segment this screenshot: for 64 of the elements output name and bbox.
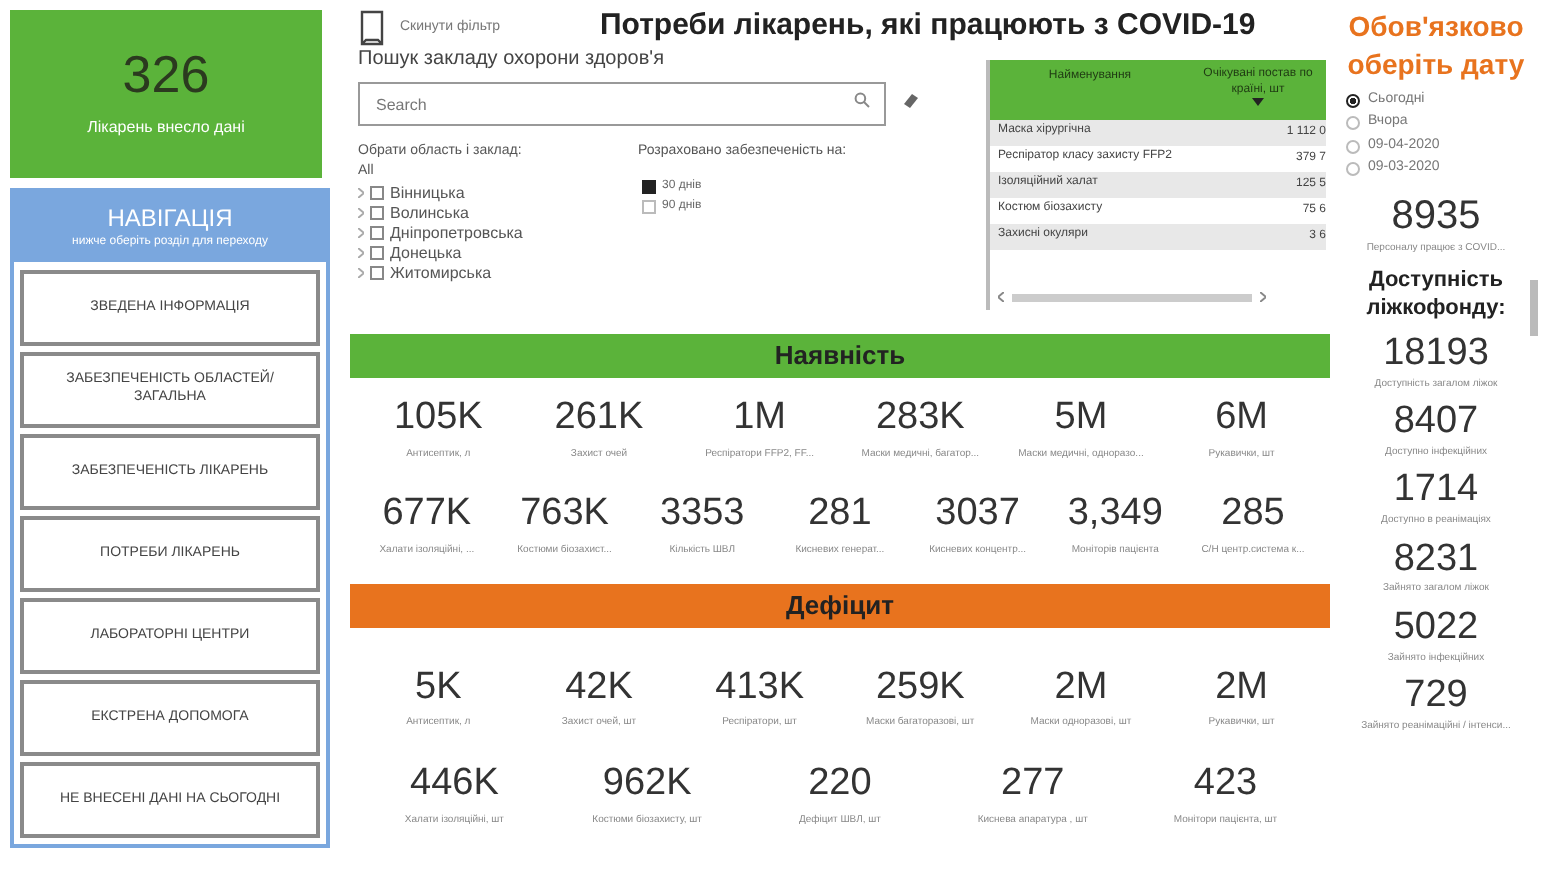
stat-value: 413K	[715, 663, 804, 711]
checkbox[interactable]	[370, 206, 384, 220]
bookmark-icon[interactable]	[360, 10, 384, 46]
checkbox[interactable]	[370, 226, 384, 240]
stat-value: 42K	[565, 663, 633, 711]
navigation-title: НАВІГАЦІЯ	[107, 203, 233, 233]
checkbox[interactable]	[370, 266, 384, 280]
stat-value: 2M	[1215, 663, 1268, 711]
stat-value: 423	[1193, 759, 1258, 807]
region-name[interactable]: Вінницька	[390, 185, 465, 201]
stat-value: 3353	[659, 490, 745, 538]
hospitals-label: Лікарень внесло дані	[87, 116, 245, 140]
beds-title: Доступність ліжкофонду:	[1364, 268, 1508, 324]
date-picker-title: Обов'язково оберіть дату	[1345, 8, 1527, 84]
stat-value: 729	[1404, 672, 1468, 720]
stat-value: 5022	[1393, 603, 1479, 652]
search-field[interactable]: Search	[358, 82, 886, 126]
stat-value: 281	[808, 490, 872, 538]
stat-value: 1M	[733, 394, 787, 442]
stat-value: 763K	[520, 490, 609, 538]
search-icon	[854, 91, 870, 107]
stat-value: 5M	[1054, 394, 1108, 442]
stat-value: 2M	[1054, 663, 1108, 711]
page-title: Потреби лікарень, які працюють з COVID-19	[600, 8, 1256, 44]
stat-value: 8231	[1393, 535, 1479, 582]
checkbox[interactable]	[370, 186, 384, 200]
stat-value: 18193	[1383, 329, 1489, 378]
region-name[interactable]: Житомирська	[390, 265, 492, 281]
option-box[interactable]	[642, 200, 656, 214]
horizontal-scrollbar[interactable]	[1012, 293, 1252, 301]
stat-value: 1714	[1393, 466, 1479, 514]
stat-value: 677K	[382, 490, 472, 538]
stat-value: 259K	[875, 663, 965, 711]
radio-button[interactable]	[1346, 139, 1360, 154]
stat-value: 3,349	[1067, 490, 1163, 538]
section-header: Дефіцит	[350, 583, 1330, 627]
radio-button[interactable]	[1346, 116, 1360, 131]
stat-value: 5K	[415, 663, 462, 711]
radio-button[interactable]	[1346, 93, 1360, 108]
scroll-right-icon[interactable]	[1260, 292, 1266, 302]
stat-value: 446K	[410, 759, 499, 807]
eraser-icon[interactable]	[902, 91, 920, 107]
region-name[interactable]: Волинська	[390, 205, 469, 221]
search-label: Пошук закладу охорони здоров'я	[356, 48, 666, 73]
stat-value: 277	[1001, 759, 1065, 807]
vertical-scrollbar[interactable]	[1530, 280, 1538, 336]
section-header: Наявність	[350, 334, 1330, 378]
scroll-left-icon[interactable]	[998, 292, 1004, 302]
stat-value: 261K	[554, 394, 644, 442]
stat-value: 8935	[1391, 191, 1481, 242]
stat-value: 962K	[602, 759, 692, 807]
stat-value: 8407	[1393, 398, 1479, 446]
radio-button[interactable]	[1346, 162, 1360, 177]
stat-value: 3037	[935, 490, 1020, 538]
stat-value: 105K	[393, 394, 483, 442]
sort-descending-icon	[1252, 98, 1264, 106]
stat-value: 285	[1221, 490, 1285, 538]
stat-value: 220	[808, 759, 872, 807]
region-name[interactable]: Дніпропетровська	[390, 225, 523, 241]
stat-value: 283K	[875, 394, 965, 442]
stat-value: 6M	[1215, 394, 1268, 442]
checkbox[interactable]	[370, 246, 384, 260]
region-name[interactable]: Донецька	[390, 245, 462, 261]
hospitals-count: 326	[122, 48, 210, 100]
